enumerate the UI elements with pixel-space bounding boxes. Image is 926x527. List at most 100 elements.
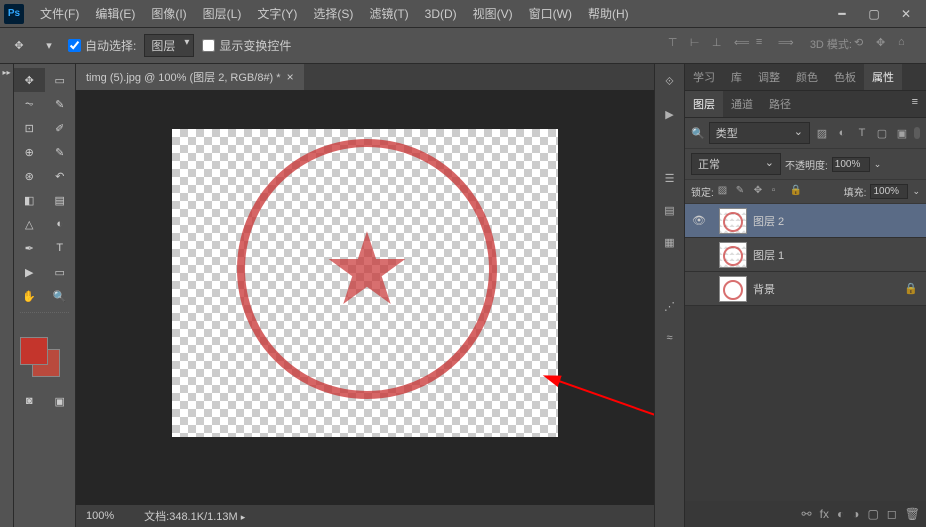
menu-type[interactable]: 文字(Y) (249, 1, 305, 26)
link-layers-icon[interactable]: ⚯ (802, 507, 812, 521)
show-transform-input[interactable] (202, 39, 215, 52)
blend-mode-dropdown[interactable]: 正常⌄ (691, 153, 781, 175)
foreground-color-swatch[interactable] (20, 337, 48, 365)
menu-filter[interactable]: 滤镜(T) (361, 1, 416, 26)
quickmask-tool[interactable]: ◙ (14, 389, 45, 413)
align-hcenter-icon[interactable]: ≡ (756, 36, 776, 56)
canvas[interactable]: ★ (172, 129, 558, 437)
filter-adjust-icon[interactable]: ◐ (834, 126, 850, 140)
lock-transparent-icon[interactable]: ▨ (718, 185, 732, 199)
minimize-button[interactable]: ━ (826, 4, 858, 24)
menu-help[interactable]: 帮助(H) (580, 1, 637, 26)
filter-smart-icon[interactable]: ▣ (894, 126, 910, 140)
stamp-tool[interactable]: ⊛ (14, 164, 45, 188)
lock-all-icon[interactable]: 🔒 (790, 185, 804, 199)
layer-thumbnail[interactable] (719, 276, 747, 302)
layer-item[interactable]: 图层 1 (685, 238, 926, 272)
filter-type-icon[interactable]: T (854, 126, 870, 140)
opacity-input[interactable] (832, 157, 870, 172)
align-top-icon[interactable]: ⊤ (668, 36, 688, 56)
tab-swatches[interactable]: 色板 (826, 64, 864, 90)
brush-tool[interactable]: ✎ (45, 140, 76, 164)
tab-learn[interactable]: 学习 (685, 64, 723, 90)
eraser-tool[interactable]: ◧ (14, 188, 45, 212)
history-brush-tool[interactable]: ↶ (45, 164, 76, 188)
quick-select-tool[interactable]: ✎ (45, 92, 76, 116)
fill-dropdown-icon[interactable]: ⌄ (912, 186, 920, 197)
tab-adjust[interactable]: 调整 (750, 64, 788, 90)
dropdown-icon[interactable]: ▾ (38, 35, 60, 57)
zoom-level[interactable]: 100% (86, 510, 114, 522)
fill-input[interactable] (870, 184, 908, 199)
shape-tool[interactable]: ▭ (45, 260, 76, 284)
layer-thumbnail[interactable] (719, 208, 747, 234)
pen-tool[interactable]: ✒ (14, 236, 45, 260)
pan-icon[interactable]: ✥ (876, 36, 896, 56)
menu-layer[interactable]: 图层(L) (195, 1, 250, 26)
tool-collapse-strip[interactable]: ▸▸ (0, 64, 14, 527)
align-left-icon[interactable]: ⟸ (734, 36, 754, 56)
layer-name[interactable]: 背景 (753, 281, 904, 297)
layer-item[interactable]: 背景 🔒 (685, 272, 926, 306)
tab-library[interactable]: 库 (723, 64, 750, 90)
crop-tool[interactable]: ⊡ (14, 116, 45, 140)
auto-select-input[interactable] (68, 39, 81, 52)
tab-color[interactable]: 颜色 (788, 64, 826, 90)
glyphs-panel-icon[interactable]: ▦ (660, 232, 680, 252)
opacity-dropdown-icon[interactable]: ⌄ (874, 159, 882, 170)
canvas-viewport[interactable]: ★ (76, 90, 654, 505)
layer-visibility-toggle[interactable]: 👁 (685, 214, 713, 227)
menu-view[interactable]: 视图(V) (465, 1, 521, 26)
filter-type-dropdown[interactable]: 类型 ⌄ (709, 122, 810, 144)
new-layer-icon[interactable]: ◻ (887, 507, 897, 521)
paragraph-panel-icon[interactable]: ▤ (660, 200, 680, 220)
delete-layer-icon[interactable]: 🗑 (905, 507, 920, 521)
align-right-icon[interactable]: ⟹ (778, 36, 798, 56)
move-tool[interactable]: ✥ (14, 68, 45, 92)
eyedropper-tool[interactable]: ✐ (45, 116, 76, 140)
clone-panel-icon[interactable]: ≈ (660, 328, 680, 348)
align-vcenter-icon[interactable]: ⊢ (690, 36, 710, 56)
layer-item[interactable]: 👁 图层 2 (685, 204, 926, 238)
type-tool[interactable]: T (45, 236, 76, 260)
character-panel-icon[interactable]: ☰ (660, 168, 680, 188)
maximize-button[interactable]: ▢ (858, 4, 890, 24)
tab-paths[interactable]: 路径 (761, 91, 799, 117)
dodge-tool[interactable]: ◐ (45, 212, 76, 236)
filter-image-icon[interactable]: ▨ (814, 126, 830, 140)
screenmode-tool[interactable]: ▣ (45, 389, 76, 413)
filter-shape-icon[interactable]: ▢ (874, 126, 890, 140)
menu-image[interactable]: 图像(I) (143, 1, 194, 26)
document-tab[interactable]: timg (5).jpg @ 100% (图层 2, RGB/8#) * × (76, 64, 304, 90)
close-button[interactable]: ✕ (890, 4, 922, 24)
hand-tool[interactable]: ✋ (14, 284, 45, 308)
tab-layers[interactable]: 图层 (685, 91, 723, 117)
adjustment-layer-icon[interactable]: ◑ (852, 507, 859, 521)
tab-properties[interactable]: 属性 (864, 64, 902, 90)
lock-position-icon[interactable]: ✥ (754, 185, 768, 199)
menu-file[interactable]: 文件(F) (32, 1, 87, 26)
marquee-tool[interactable]: ▭ (45, 68, 76, 92)
blur-tool[interactable]: △ (14, 212, 45, 236)
layer-name[interactable]: 图层 1 (753, 247, 926, 263)
layer-group-icon[interactable]: ▢ (867, 507, 878, 521)
actions-panel-icon[interactable]: ▶ (660, 104, 680, 124)
layer-effects-icon[interactable]: fx (820, 507, 829, 521)
healing-tool[interactable]: ⊕ (14, 140, 45, 164)
lock-image-icon[interactable]: ✎ (736, 185, 750, 199)
menu-3d[interactable]: 3D(D) (417, 3, 465, 25)
filter-toggle-icon[interactable] (914, 127, 920, 139)
align-bottom-icon[interactable]: ⊥ (712, 36, 732, 56)
layer-name[interactable]: 图层 2 (753, 213, 926, 229)
zoom-icon[interactable]: ⌂ (898, 36, 918, 56)
tab-channels[interactable]: 通道 (723, 91, 761, 117)
panel-menu-icon[interactable]: ≡ (904, 91, 926, 117)
layer-target-dropdown[interactable]: 图层 (144, 34, 194, 57)
auto-select-checkbox[interactable]: 自动选择: (68, 37, 136, 54)
history-panel-icon[interactable]: ⟐ (660, 72, 680, 92)
show-transform-checkbox[interactable]: 显示变换控件 (202, 37, 291, 54)
document-tab-close[interactable]: × (287, 70, 294, 84)
lock-nest-icon[interactable]: ▫ (772, 185, 786, 199)
orbit-icon[interactable]: ⟲ (854, 36, 874, 56)
brushes-panel-icon[interactable]: ⋰ (660, 296, 680, 316)
